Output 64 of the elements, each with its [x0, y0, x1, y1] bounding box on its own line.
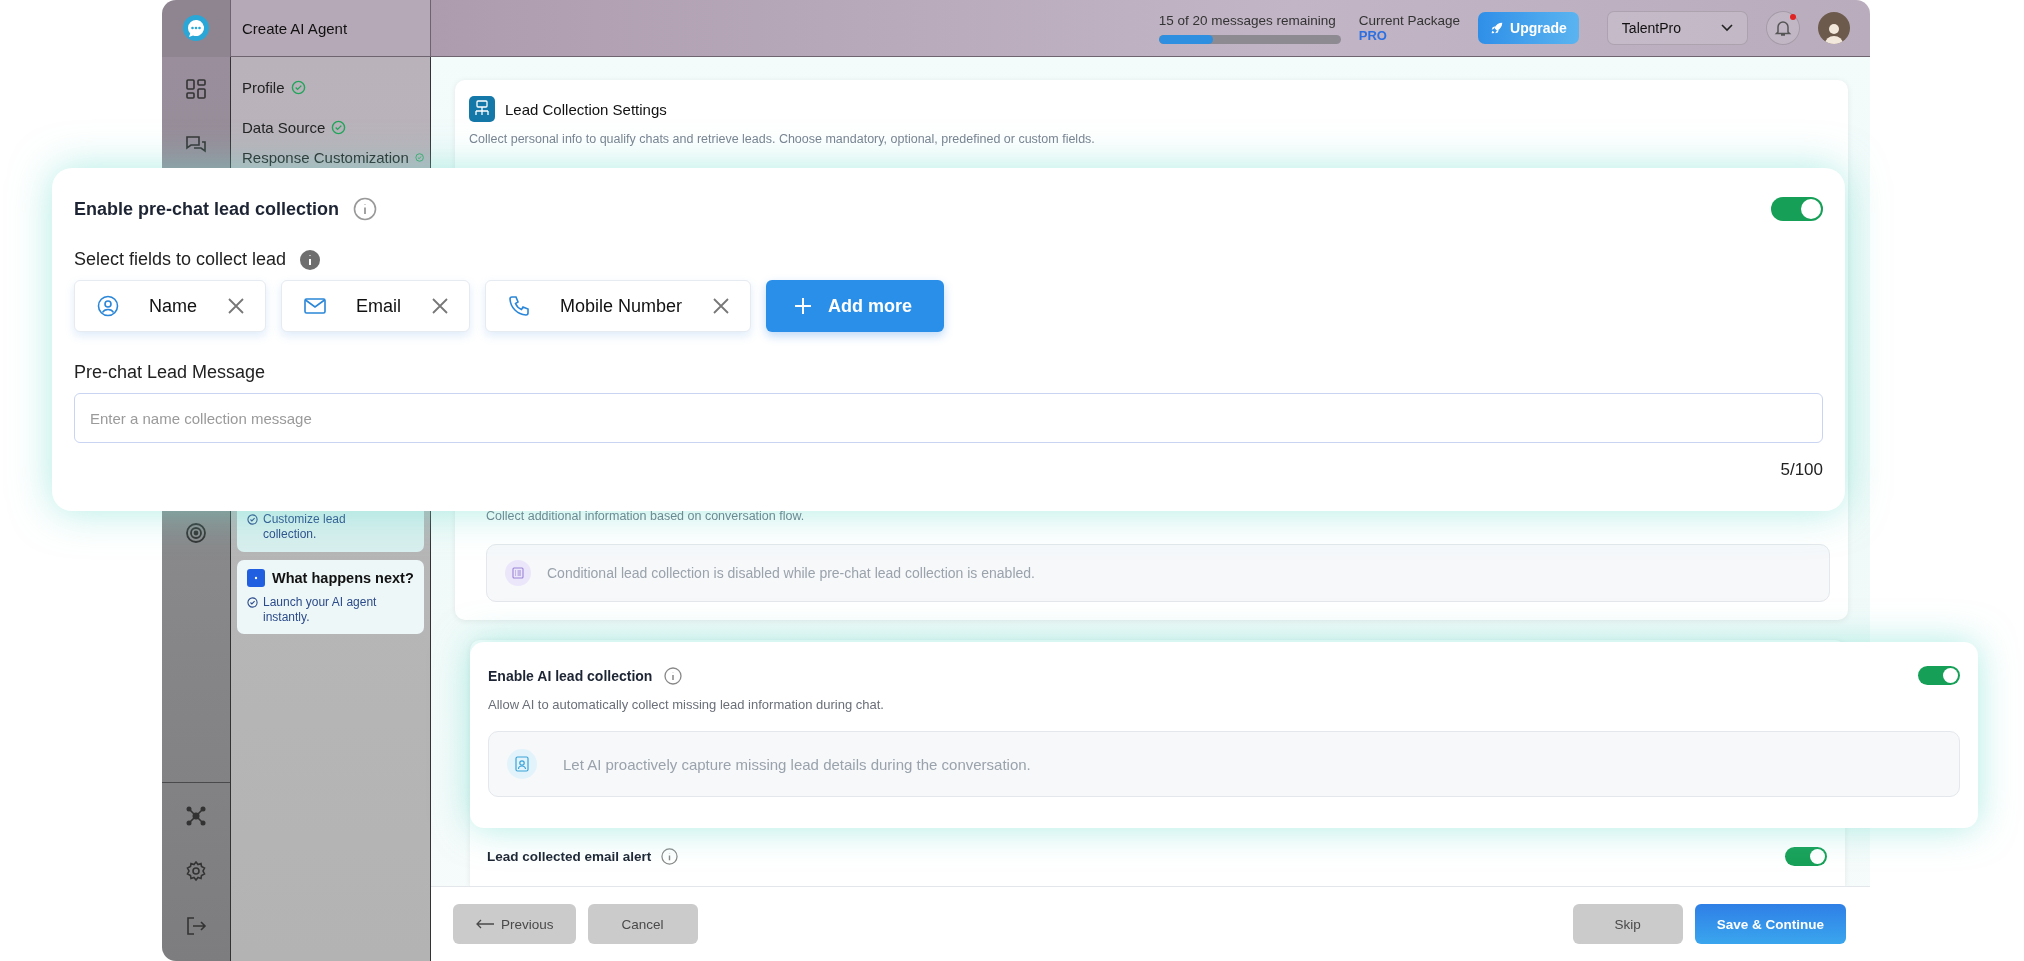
- avatar[interactable]: [1818, 12, 1850, 44]
- step-item[interactable]: Response Customization: [237, 147, 424, 167]
- field-chip[interactable]: Mobile Number: [485, 280, 752, 332]
- message-label: Pre-chat Lead Message: [74, 362, 267, 383]
- add-more-button[interactable]: Add more: [766, 280, 945, 332]
- pre-chat-toggle[interactable]: [1771, 197, 1823, 221]
- workspace-dropdown[interactable]: TalentPro: [1606, 11, 1748, 45]
- phone-icon: [508, 295, 531, 317]
- id-badge-icon: [507, 749, 537, 779]
- list-icon: [505, 560, 531, 586]
- field-chip-label: Email: [356, 295, 402, 317]
- package-plan: PRO: [1358, 28, 1388, 43]
- chat-bubble-logo-icon: [181, 13, 211, 44]
- network-icon[interactable]: [185, 805, 207, 827]
- package-label: Current Package: [1358, 13, 1461, 28]
- rocket-icon: [1490, 21, 1505, 35]
- field-chip[interactable]: Name: [74, 280, 266, 332]
- logout-icon[interactable]: [185, 915, 207, 937]
- info-icon[interactable]: [353, 197, 378, 221]
- chevron-down-icon: [1721, 24, 1733, 32]
- settings-icon[interactable]: [185, 860, 207, 882]
- settings-description: Collect personal info to qualify chats and retrieve leads. Choose mandatory, optional, predefined or custom fields.: [469, 132, 1096, 146]
- settings-title: Lead Collection Settings: [505, 100, 667, 118]
- plus-icon: [794, 297, 813, 315]
- ai-notice: Let AI proactively capture missing lead details during the conversation.: [488, 731, 1960, 797]
- info-icon[interactable]: [661, 848, 679, 865]
- conditional-description: Collect additional information based on conversation flow.: [486, 509, 806, 523]
- field-chip-label: Name: [149, 295, 197, 317]
- unread-dot: [1790, 14, 1796, 20]
- pre-chat-title: Enable pre-chat lead collection: [74, 198, 340, 220]
- step-item[interactable]: Profile: [237, 67, 424, 107]
- step-card-text: Customize lead collection.: [263, 512, 347, 542]
- close-icon[interactable]: [712, 297, 731, 315]
- ai-collection-description: Allow AI to automatically collect missing lead information during chat.: [488, 697, 885, 712]
- info-icon[interactable]: [300, 249, 321, 270]
- fields-label: Select fields to collect lead: [74, 249, 287, 270]
- page-title: Create AI Agent: [242, 19, 348, 37]
- save-button[interactable]: Save & Continue: [1694, 904, 1846, 944]
- check-circle-icon: [247, 514, 258, 525]
- step-card-title: What happens next?: [272, 570, 414, 586]
- ai-collection-title: Enable AI lead collection: [488, 667, 653, 684]
- person-icon: [97, 295, 119, 317]
- message-input-field[interactable]: Enter a name collection message: [74, 393, 1823, 443]
- check-circle-icon: [247, 597, 258, 608]
- envelope-icon: [304, 297, 326, 315]
- dashboard-grid-icon[interactable]: [185, 78, 207, 100]
- close-icon[interactable]: [431, 297, 450, 315]
- step-card-text: Launch your AI agent instantly.: [263, 595, 378, 625]
- character-counter: 5/100: [1780, 460, 1823, 480]
- notifications-button[interactable]: [1766, 11, 1800, 45]
- field-chip[interactable]: Email: [281, 280, 471, 332]
- ai-collection-toggle[interactable]: [1918, 666, 1960, 685]
- field-chip-label: Mobile Number: [560, 295, 683, 317]
- close-icon[interactable]: [227, 297, 245, 315]
- email-alert-toggle[interactable]: [1785, 847, 1827, 866]
- email-alert-title: Lead collected email alert: [487, 849, 652, 864]
- network-tree-icon: [469, 96, 495, 122]
- disabled-notice: Conditional lead collection is disabled while pre-chat lead collection is enabled.: [486, 544, 1830, 602]
- arrow-left-icon: [475, 919, 495, 929]
- bell-icon: [1773, 18, 1793, 38]
- usage-text: 15 of 20 messages remaining: [1158, 12, 1337, 28]
- target-icon[interactable]: [185, 522, 207, 544]
- step-item[interactable]: Data Source: [237, 107, 424, 147]
- info-icon[interactable]: [664, 666, 683, 685]
